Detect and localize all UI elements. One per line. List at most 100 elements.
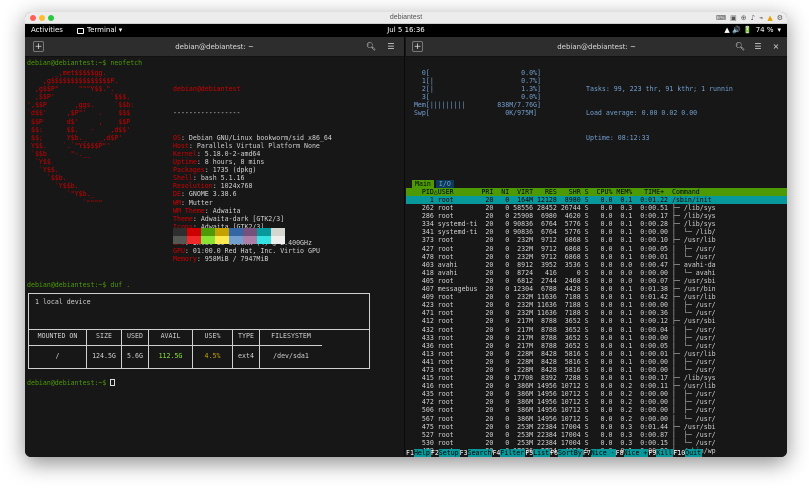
process-row[interactable]: 567 root 20 0 386M 14956 10712 S 0.0 0.2…	[406, 415, 787, 423]
fkey-label-search[interactable]: Search	[467, 449, 493, 457]
fkey-label-list[interactable]: List	[533, 449, 551, 457]
info-key: WM Theme	[173, 206, 205, 215]
camera-icon[interactable]: ▣	[730, 14, 737, 22]
duf-header: FILESYSTEM	[271, 332, 311, 340]
process-row[interactable]: 427 root 20 0 232M 9712 6868 S 0.0 0.1 0…	[406, 245, 787, 253]
duf-divider	[29, 345, 86, 346]
duf-table: 1 local device	[28, 293, 370, 330]
info-colon: :	[196, 255, 205, 264]
fkey-label-help[interactable]: Help	[413, 449, 431, 457]
duf-divider	[122, 345, 148, 346]
prompt-final[interactable]: debian@debiantest:~$	[27, 379, 116, 387]
tab-io[interactable]: I/O	[435, 180, 454, 188]
prompt-duf: debian@debiantest:~$ duf .	[27, 281, 131, 289]
duf-header: TYPE	[238, 332, 254, 340]
right-terminal[interactable]: + debian@debiantest: ~ 🔍︎ ☰ × 0[ 0.0%] 1…	[406, 37, 787, 457]
duf-column: USED 5.6G	[122, 329, 149, 369]
meter-line: 0[ 0.0%]	[406, 69, 541, 77]
process-row[interactable]: 506 root 20 0 386M 14956 10712 S 0.0 0.2…	[406, 406, 787, 414]
process-row[interactable]: 407 messagebus 20 0 12304 6788 4428 S 0.…	[406, 285, 787, 293]
fkey-label-nice[interactable]: Nice -	[590, 449, 616, 457]
color-swatch	[229, 228, 243, 236]
swatch-row-2	[173, 236, 285, 244]
process-row[interactable]: 262 root 20 0 58556 28452 26744 S 0.0 0.…	[406, 204, 787, 212]
info-colon: :	[196, 149, 205, 158]
duf-divider	[87, 345, 121, 346]
color-swatch	[257, 236, 271, 244]
duf-column: AVAIL 112.5G	[149, 329, 193, 369]
process-row[interactable]: 527 root 20 0 253M 22384 17004 S 0.0 0.3…	[406, 431, 787, 439]
menu-icon[interactable]: ☰	[751, 41, 765, 53]
tasks: Tasks: 99, 223 thr, 91 kthr; 1 runnin	[586, 85, 733, 94]
warning-icon[interactable]: ▲	[767, 14, 772, 22]
gear-icon[interactable]: ⚙	[777, 14, 783, 22]
tab-main[interactable]: Main	[412, 180, 434, 188]
process-row[interactable]: 373 root 20 0 232M 9712 6868 S 0.0 0.1 0…	[406, 236, 787, 244]
process-row[interactable]: 403 avahi 20 0 8912 3952 3536 S 0.0 0.0 …	[406, 261, 787, 269]
search-icon[interactable]: 🔍︎	[733, 41, 747, 53]
meter-line: Mem[||||||||| 838M/7.76G]	[406, 101, 541, 110]
info-line: Packages: 1735 (dpkg)	[173, 166, 332, 174]
duf-header: USED	[127, 332, 143, 340]
process-row[interactable]: 475 root 20 0 253M 22384 17004 S 0.0 0.3…	[406, 423, 787, 431]
logo-line: `$$b.	[27, 174, 67, 183]
menu-icon[interactable]: ☰	[384, 41, 398, 53]
left-title: debian@debiantest: ~	[175, 43, 254, 51]
duf-cell: /dev/sda1	[273, 352, 309, 360]
search-icon[interactable]: 🔍︎	[364, 41, 378, 53]
share-icon[interactable]: ⊕	[741, 14, 747, 22]
info-colon: :	[184, 247, 193, 256]
fkey-label-setup[interactable]: Setup	[438, 449, 460, 457]
process-row[interactable]: 415 root 20 0 17708 8392 7288 S 0.0 0.1 …	[406, 374, 787, 382]
process-list[interactable]: 1 root 20 0 164M 12128 8980 S 0.0 0.1 0:…	[406, 196, 787, 455]
fkey-label-kill[interactable]: Kill	[656, 449, 674, 457]
process-row[interactable]: 478 root 20 0 232M 9712 6868 S 0.0 0.1 0…	[406, 253, 787, 261]
logo-line: `"Y$b._	[27, 190, 95, 199]
battery-percent: 74 %	[755, 26, 774, 34]
vm-title: debiantest	[389, 14, 423, 21]
info-line: Theme: Adwaita-dark [GTK2/3]	[173, 215, 332, 223]
logo-line: `Y$$b.	[27, 182, 79, 191]
left-terminal[interactable]: + debian@debiantest: ~ 🔍︎ ☰ debian@debia…	[25, 37, 405, 457]
keyboard-icon[interactable]: ⌨	[716, 14, 726, 22]
logo-line: $$; Y$b._ _,d$P'	[27, 133, 123, 142]
info-value: Debian GNU/Linux bookworm/sid x86_64	[188, 133, 332, 142]
duf-column: USE% 4.5%	[193, 329, 233, 369]
meter-line: 2[| 1.3%]	[406, 85, 541, 94]
process-row[interactable]: 441 root 20 0 228M 8428 5816 S 0.0 0.1 0…	[406, 358, 787, 366]
process-row[interactable]: 412 root 20 0 217M 8788 3652 S 0.0 0.1 0…	[406, 317, 787, 325]
system-tray[interactable]: ▲ 🔊 🔋 74 % ▾	[724, 24, 781, 37]
clock[interactable]: Jul 5 16:36	[25, 24, 787, 37]
prompt-neofetch: debian@debiantest:~$ neofetch	[27, 59, 143, 67]
meter-line: Swp[ 0K/975M]	[406, 109, 538, 118]
process-header[interactable]: PID△USER PRI NI VIRT RES SHR S CPU% MEM%…	[406, 188, 787, 196]
info-colon: :	[188, 141, 197, 150]
fkey-label-sortby[interactable]: SortBy	[558, 449, 583, 457]
process-row[interactable]: 530 root 20 0 253M 22384 17004 S 0.0 0.3…	[406, 439, 787, 447]
process-row[interactable]: 409 root 20 0 232M 11636 7188 S 0.0 0.1 …	[406, 293, 787, 301]
color-swatches	[173, 228, 285, 244]
fkey-label-filter[interactable]: Filter	[500, 449, 526, 457]
process-row[interactable]: 433 root 20 0 217M 8788 3652 S 0.0 0.1 0…	[406, 334, 787, 342]
info-colon: :	[196, 158, 205, 167]
process-row[interactable]: 436 root 20 0 217M 8788 3652 S 0.0 0.1 0…	[406, 342, 787, 350]
process-row[interactable]: 405 root 20 0 6812 2744 2468 S 0.0 0.0 0…	[406, 277, 787, 285]
process-row[interactable]: 413 root 20 0 228M 8428 5816 S 0.0 0.1 0…	[406, 350, 787, 358]
sound-icon[interactable]: ♪	[751, 14, 755, 22]
process-row[interactable]: 432 root 20 0 217M 8788 3652 S 0.0 0.1 0…	[406, 326, 787, 334]
info-value: 8 hours, 8 mins	[204, 158, 265, 167]
info-value: bash 5.1.16	[200, 174, 245, 183]
logo-line: ,g$$$$$$$$$$$$$$$P.	[27, 77, 119, 86]
fkey-label-nice[interactable]: Nice +	[623, 449, 649, 457]
fkey-label-quit[interactable]: Quit	[685, 449, 703, 457]
process-row[interactable]: 473 root 20 0 228M 8428 5816 S 0.0 0.1 0…	[406, 366, 787, 374]
logo-line: _,met$$$$$gg.	[27, 69, 107, 77]
usb-icon[interactable]: ⌁	[759, 14, 763, 22]
close-icon[interactable]: ×	[769, 41, 783, 53]
process-row[interactable]: 418 avahi 20 0 8724 416 0 S 0.0 0.0 0:00…	[406, 269, 787, 277]
duf-header: MOUNTED ON	[37, 332, 78, 340]
right-headerbar: + debian@debiantest: ~ 🔍︎ ☰ ×	[406, 37, 787, 57]
process-row[interactable]: 1 root 20 0 164M 12128 8980 S 0.0 0.1 0:…	[406, 196, 787, 205]
htop-summary: Tasks: 99, 223 thr, 91 kthr; 1 runnin Lo…	[586, 69, 733, 158]
color-swatch	[173, 236, 187, 244]
